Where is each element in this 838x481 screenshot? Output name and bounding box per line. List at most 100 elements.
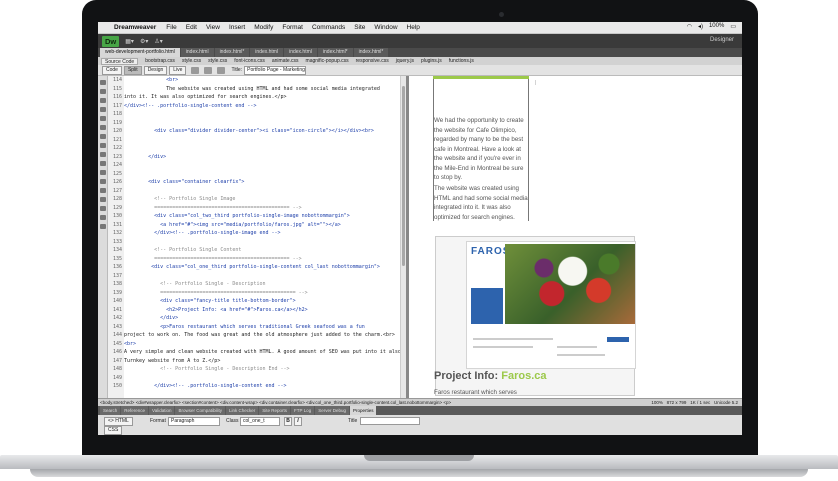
code-line[interactable] — [124, 119, 400, 128]
tab-document[interactable]: web-development-portfolio.html — [100, 48, 180, 57]
html-mode-button[interactable]: <> HTML — [104, 417, 133, 426]
code-line[interactable] — [124, 187, 400, 196]
code-line[interactable]: </div><!-- .portfolio-single-content end… — [124, 102, 400, 111]
menu-file[interactable]: File — [166, 24, 176, 31]
tab-document[interactable]: index.html — [180, 48, 214, 57]
code-scroll-thumb[interactable] — [402, 86, 405, 266]
tab-reference[interactable]: Reference — [121, 406, 149, 415]
code-line[interactable]: ========================================… — [124, 255, 400, 264]
tab-validation[interactable]: Validation — [149, 406, 175, 415]
battery-icon[interactable]: ▭ — [730, 23, 736, 30]
code-line[interactable]: ========================================… — [124, 204, 400, 213]
code-line[interactable]: <h2>Project Info: <a href="#">Faros.ca</… — [124, 306, 400, 315]
outdent-icon[interactable] — [99, 215, 106, 220]
code-line[interactable]: <p>Faros restaurant which serves traditi… — [124, 323, 400, 332]
line-numbers-icon[interactable] — [99, 134, 106, 139]
code-line[interactable] — [124, 136, 400, 145]
format-select[interactable]: Paragraph — [168, 417, 220, 426]
syntax-error-icon[interactable] — [99, 152, 106, 157]
related-file[interactable]: style.css — [208, 57, 227, 65]
format-source-icon[interactable] — [99, 224, 106, 229]
bold-button[interactable]: B — [284, 417, 292, 426]
code-line[interactable]: project to work on. The food was great a… — [124, 331, 400, 340]
menu-site[interactable]: Site — [354, 24, 365, 31]
tab-server-debug[interactable]: Server Debug — [315, 406, 349, 415]
expand-all-icon[interactable] — [99, 107, 106, 112]
design-view[interactable]: We had the opportunity to create the web… — [409, 76, 742, 398]
menu-format[interactable]: Format — [282, 24, 303, 31]
tab-browser-compatibility[interactable]: Browser Compatibility — [175, 406, 225, 415]
related-file[interactable]: font-icons.css — [234, 57, 265, 65]
apply-comment-icon[interactable] — [99, 161, 106, 166]
site-icon[interactable]: ♙▾ — [154, 38, 162, 45]
code-line[interactable]: <br> — [124, 76, 400, 85]
tab-site-reports[interactable]: Site Reports — [259, 406, 291, 415]
design-paragraph[interactable]: The website was created using HTML and h… — [434, 184, 528, 222]
related-file[interactable]: jquery.js — [396, 57, 414, 65]
tag-path[interactable]: <body.stretched> <div#wrapper.clearfix> … — [100, 400, 451, 405]
code-line[interactable]: </div> — [124, 314, 400, 323]
zoom-level[interactable]: 100% — [651, 400, 663, 405]
menu-help[interactable]: Help — [407, 24, 420, 31]
related-file[interactable]: magnific-popup.css — [306, 57, 349, 65]
related-file[interactable]: functions.js — [449, 57, 474, 65]
code-line[interactable]: <a href="#"><img src="media/portfolio/fa… — [124, 221, 400, 230]
related-file[interactable]: bootstrap.css — [145, 57, 175, 65]
wrap-tag-icon[interactable] — [99, 179, 106, 184]
collapse-tag-icon[interactable] — [99, 89, 106, 94]
code-line[interactable]: <div class="container clearfix"> — [124, 178, 400, 187]
split-view-button[interactable]: Split — [123, 65, 142, 75]
collapse-selection-icon[interactable] — [99, 98, 106, 103]
menu-modify[interactable]: Modify — [254, 24, 273, 31]
live-view-button[interactable]: Live — [169, 65, 187, 75]
related-file[interactable]: animate.css — [272, 57, 299, 65]
code-line[interactable]: </div> — [124, 153, 400, 162]
tab-document[interactable]: index.html* — [353, 48, 389, 57]
code-editor[interactable]: <br> The website was created using HTML … — [124, 76, 400, 398]
menu-app-name[interactable]: Dreamweaver — [114, 24, 156, 31]
code-line[interactable]: <br> — [124, 340, 400, 349]
code-line[interactable] — [124, 238, 400, 247]
code-view-button[interactable]: Code — [102, 65, 122, 75]
related-file[interactable]: plugins.js — [421, 57, 442, 65]
volume-icon[interactable]: ◂) — [698, 23, 703, 30]
related-file[interactable]: responsive.css — [356, 57, 389, 65]
highlight-icon[interactable] — [99, 143, 106, 148]
related-file[interactable]: style.css — [182, 57, 201, 65]
code-line[interactable] — [124, 272, 400, 281]
code-line[interactable]: </div><!-- .portfolio-single-content end… — [124, 382, 400, 391]
code-line[interactable]: <div class="col_one_third portfolio-sing… — [124, 263, 400, 272]
code-line[interactable]: <!-- Portfolio Single - Description End … — [124, 365, 400, 374]
tab-document[interactable]: index.html — [250, 48, 284, 57]
css-mode-button[interactable]: CSS — [104, 426, 123, 435]
related-file-source[interactable]: Source Code — [101, 58, 139, 65]
title-input[interactable]: Portfolio Page - Marketing Mo — [244, 65, 307, 75]
italic-button[interactable]: I — [294, 417, 302, 426]
code-line[interactable]: ========================================… — [124, 289, 400, 298]
tab-ftp-log[interactable]: FTP Log — [291, 406, 315, 415]
code-line[interactable]: <!-- Portfolio Single Content — [124, 246, 400, 255]
recent-snippets-icon[interactable] — [99, 188, 106, 193]
design-paragraph[interactable]: We had the opportunity to create the web… — [434, 116, 528, 183]
menu-commands[interactable]: Commands — [312, 24, 345, 31]
battery-percent[interactable]: 100% — [709, 23, 724, 30]
balance-braces-icon[interactable] — [99, 125, 106, 130]
menu-window[interactable]: Window — [374, 24, 397, 31]
tab-document[interactable]: index.html — [284, 48, 317, 57]
select-parent-icon[interactable] — [99, 116, 106, 121]
project-info-link[interactable]: Faros.ca — [501, 370, 546, 382]
code-line[interactable] — [124, 144, 400, 153]
inspect-icon[interactable] — [191, 66, 200, 74]
title-attr-input[interactable] — [360, 417, 420, 425]
open-documents-icon[interactable] — [99, 80, 106, 85]
design-paragraph[interactable]: Faros restaurant which serves — [434, 388, 528, 398]
refresh-icon[interactable] — [217, 66, 226, 74]
code-line[interactable]: <div class="fancy-title title-bottom-bor… — [124, 297, 400, 306]
code-line[interactable]: <!-- Portfolio Single Image — [124, 195, 400, 204]
tab-search[interactable]: Search — [100, 406, 121, 415]
tab-document[interactable]: index.html* — [317, 48, 353, 57]
remove-comment-icon[interactable] — [99, 170, 106, 175]
menu-insert[interactable]: Insert — [229, 24, 245, 31]
code-line[interactable] — [124, 170, 400, 179]
code-line[interactable]: The website was created using HTML and h… — [124, 85, 400, 94]
